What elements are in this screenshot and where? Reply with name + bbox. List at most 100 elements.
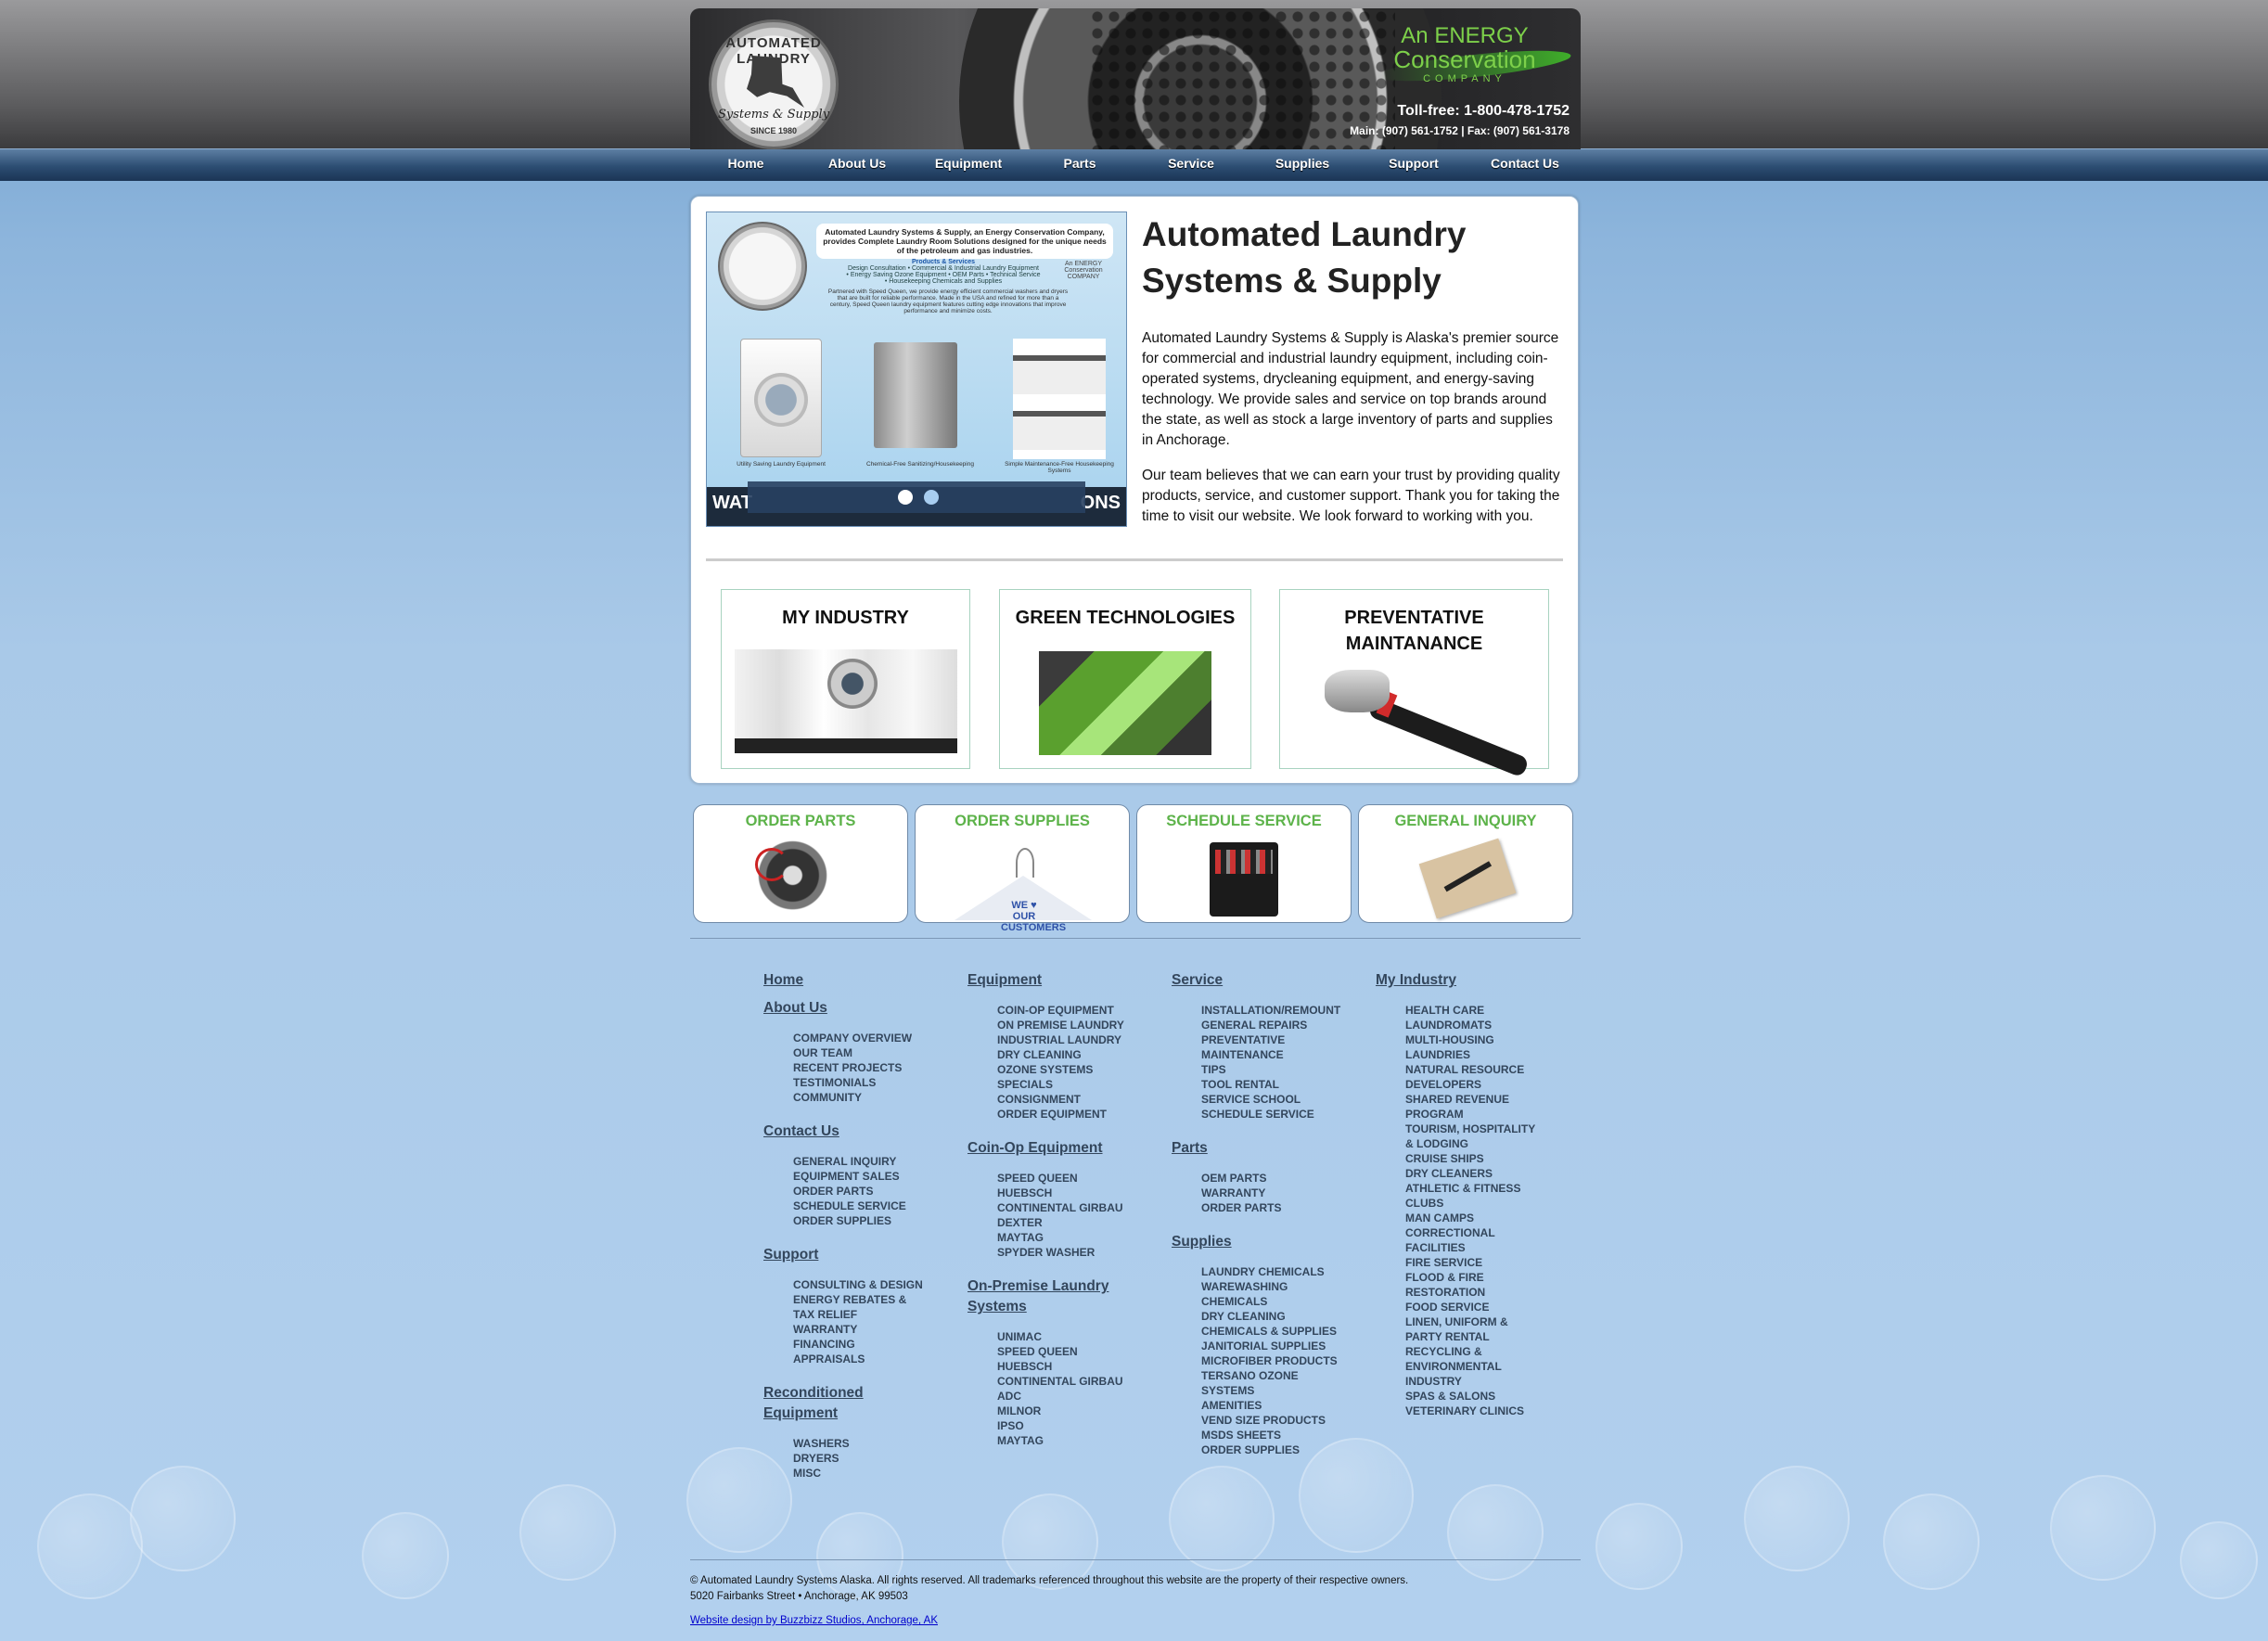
nav-supplies[interactable]: Supplies — [1247, 151, 1358, 179]
footer-sublink[interactable]: TOURISM, HOSPITALITY — [1405, 1122, 1561, 1136]
footer-sublink[interactable]: VETERINARY CLINICS — [1405, 1404, 1561, 1418]
schedule-service-button[interactable]: SCHEDULE SERVICE — [1136, 804, 1352, 923]
footer-sublink[interactable]: JANITORIAL SUPPLIES — [1201, 1339, 1357, 1353]
footer-sublink[interactable]: LAUNDRY CHEMICALS — [1201, 1264, 1357, 1279]
footer-sublink[interactable]: CONSULTING & DESIGN — [793, 1277, 949, 1292]
company-logo[interactable]: AUTOMATED LAUNDRY Systems & Supply SINCE… — [709, 19, 839, 149]
footer-sublink[interactable]: GENERAL INQUIRY — [793, 1154, 949, 1169]
footer-sublink[interactable]: & LODGING — [1405, 1136, 1561, 1151]
footer-sublink[interactable]: COIN-OP EQUIPMENT — [997, 1003, 1153, 1018]
footer-sublink[interactable]: PROGRAM — [1405, 1107, 1561, 1122]
footer-link-equipment[interactable]: Equipment — [967, 970, 1153, 991]
footer-sublink[interactable]: SHARED REVENUE — [1405, 1092, 1561, 1107]
footer-sublink[interactable]: OEM PARTS — [1201, 1171, 1357, 1186]
footer-sublink[interactable]: TAX RELIEF — [793, 1307, 949, 1322]
footer-sublink[interactable]: CHEMICALS & SUPPLIES — [1201, 1324, 1357, 1339]
footer-sublink[interactable]: SCHEDULE SERVICE — [1201, 1107, 1357, 1122]
nav-parts[interactable]: Parts — [1024, 151, 1135, 179]
footer-sublink[interactable]: FOOD SERVICE — [1405, 1300, 1561, 1314]
footer-sublink[interactable]: DEVELOPERS — [1405, 1077, 1561, 1092]
footer-sublink[interactable]: SPYDER WASHER — [997, 1245, 1153, 1260]
nav-equipment[interactable]: Equipment — [913, 151, 1024, 179]
footer-sublink[interactable]: EQUIPMENT SALES — [793, 1169, 949, 1184]
footer-sublink[interactable]: TERSANO OZONE — [1201, 1368, 1357, 1383]
footer-sublink[interactable]: MAN CAMPS — [1405, 1211, 1561, 1225]
footer-sublink[interactable]: HUEBSCH — [997, 1359, 1153, 1374]
footer-sublink[interactable]: SPAS & SALONS — [1405, 1389, 1561, 1404]
image-slider[interactable]: Automated Laundry Systems & Supply, an E… — [706, 212, 1127, 527]
footer-sublink[interactable]: ATHLETIC & FITNESS — [1405, 1181, 1561, 1196]
footer-sublink[interactable]: TIPS — [1201, 1062, 1357, 1077]
footer-sublink[interactable]: ORDER SUPPLIES — [1201, 1442, 1357, 1457]
card-preventative-maintanance[interactable]: PREVENTATIVE MAINTANANCE — [1279, 589, 1549, 778]
order-parts-button[interactable]: ORDER PARTS — [693, 804, 908, 923]
footer-link-service[interactable]: Service — [1172, 970, 1357, 991]
footer-sublink[interactable]: ORDER PARTS — [1201, 1200, 1357, 1215]
footer-sublink[interactable]: PARTY RENTAL — [1405, 1329, 1561, 1344]
footer-sublink[interactable]: FACILITIES — [1405, 1240, 1561, 1255]
footer-sublink[interactable]: MAYTAG — [997, 1230, 1153, 1245]
footer-sublink[interactable]: HUEBSCH — [997, 1186, 1153, 1200]
footer-sublink[interactable]: ORDER PARTS — [793, 1184, 949, 1199]
footer-sublink[interactable]: DRY CLEANING — [997, 1047, 1153, 1062]
footer-link-my-industry[interactable]: My Industry — [1376, 970, 1561, 991]
footer-sublink[interactable]: COMMUNITY — [793, 1090, 949, 1105]
footer-sublink[interactable]: SCHEDULE SERVICE — [793, 1199, 949, 1213]
footer-sublink[interactable]: APPRAISALS — [793, 1352, 949, 1366]
footer-sublink[interactable]: ORDER EQUIPMENT — [997, 1107, 1153, 1122]
footer-sublink[interactable]: CONTINENTAL GIRBAU — [997, 1374, 1153, 1389]
footer-link-reconditioned-equipment[interactable]: Reconditioned Equipment — [763, 1383, 884, 1424]
footer-sublink[interactable]: MSDS SHEETS — [1201, 1428, 1357, 1442]
footer-sublink[interactable]: RESTORATION — [1405, 1285, 1561, 1300]
footer-sublink[interactable]: ORDER SUPPLIES — [793, 1213, 949, 1228]
footer-sublink[interactable]: CONTINENTAL GIRBAU — [997, 1200, 1153, 1215]
footer-link-support[interactable]: Support — [763, 1245, 949, 1265]
nav-support[interactable]: Support — [1358, 151, 1469, 179]
footer-sublink[interactable]: SPEED QUEEN — [997, 1171, 1153, 1186]
footer-link-on-premise-laundry-systems[interactable]: On-Premise Laundry Systems — [967, 1276, 1125, 1317]
footer-sublink[interactable]: NATURAL RESOURCE — [1405, 1062, 1561, 1077]
footer-sublink[interactable]: SERVICE SCHOOL — [1201, 1092, 1357, 1107]
footer-sublink[interactable]: CRUISE SHIPS — [1405, 1151, 1561, 1166]
footer-sublink[interactable]: LAUNDRIES — [1405, 1047, 1561, 1062]
footer-sublink[interactable]: CORRECTIONAL — [1405, 1225, 1561, 1240]
footer-link-parts[interactable]: Parts — [1172, 1138, 1357, 1159]
footer-sublink[interactable]: MAYTAG — [997, 1433, 1153, 1448]
footer-sublink[interactable]: RECENT PROJECTS — [793, 1060, 949, 1075]
footer-sublink[interactable]: DRY CLEANERS — [1405, 1166, 1561, 1181]
footer-sublink[interactable]: INDUSTRY — [1405, 1374, 1561, 1389]
footer-sublink[interactable]: UNIMAC — [997, 1329, 1153, 1344]
footer-sublink[interactable]: DEXTER — [997, 1215, 1153, 1230]
footer-sublink[interactable]: INSTALLATION/REMOUNT — [1201, 1003, 1357, 1018]
design-credit-link[interactable]: Website design by Buzzbizz Studios, Anch… — [690, 1615, 938, 1626]
footer-sublink[interactable]: TESTIMONIALS — [793, 1075, 949, 1090]
footer-sublink[interactable]: ON PREMISE LAUNDRY — [997, 1018, 1153, 1032]
footer-sublink[interactable]: WARRANTY — [1201, 1186, 1357, 1200]
footer-sublink[interactable]: MICROFIBER PRODUCTS — [1201, 1353, 1357, 1368]
footer-link-coin-op-equipment[interactable]: Coin-Op Equipment — [967, 1138, 1153, 1159]
footer-sublink[interactable]: SYSTEMS — [1201, 1383, 1357, 1398]
footer-sublink[interactable]: COMPANY OVERVIEW — [793, 1031, 949, 1045]
footer-sublink[interactable]: OZONE SYSTEMS — [997, 1062, 1153, 1077]
footer-sublink[interactable]: CLUBS — [1405, 1196, 1561, 1211]
footer-sublink[interactable]: WARRANTY — [793, 1322, 949, 1337]
footer-sublink[interactable]: DRY CLEANING — [1201, 1309, 1357, 1324]
footer-link-contact-us[interactable]: Contact Us — [763, 1122, 949, 1142]
slider-dot-1[interactable] — [898, 490, 913, 505]
footer-sublink[interactable]: ENERGY REBATES & — [793, 1292, 949, 1307]
footer-link-home[interactable]: Home — [763, 970, 949, 991]
footer-sublink[interactable]: INDUSTRIAL LAUNDRY — [997, 1032, 1153, 1047]
footer-sublink[interactable]: WAREWASHING — [1201, 1279, 1357, 1294]
footer-sublink[interactable]: ADC — [997, 1389, 1153, 1404]
footer-link-supplies[interactable]: Supplies — [1172, 1232, 1357, 1252]
footer-sublink[interactable]: FLOOD & FIRE — [1405, 1270, 1561, 1285]
footer-sublink[interactable]: FIRE SERVICE — [1405, 1255, 1561, 1270]
footer-sublink[interactable]: IPSO — [997, 1418, 1153, 1433]
slider-dot-2[interactable] — [924, 490, 939, 505]
footer-sublink[interactable]: RECYCLING & — [1405, 1344, 1561, 1359]
footer-sublink[interactable]: OUR TEAM — [793, 1045, 949, 1060]
nav-contact-us[interactable]: Contact Us — [1469, 151, 1581, 179]
footer-sublink[interactable]: TOOL RENTAL — [1201, 1077, 1357, 1092]
order-supplies-button[interactable]: ORDER SUPPLIES WE ♥ OUR CUSTOMERS — [915, 804, 1130, 933]
footer-sublink[interactable]: VEND SIZE PRODUCTS — [1201, 1413, 1357, 1428]
